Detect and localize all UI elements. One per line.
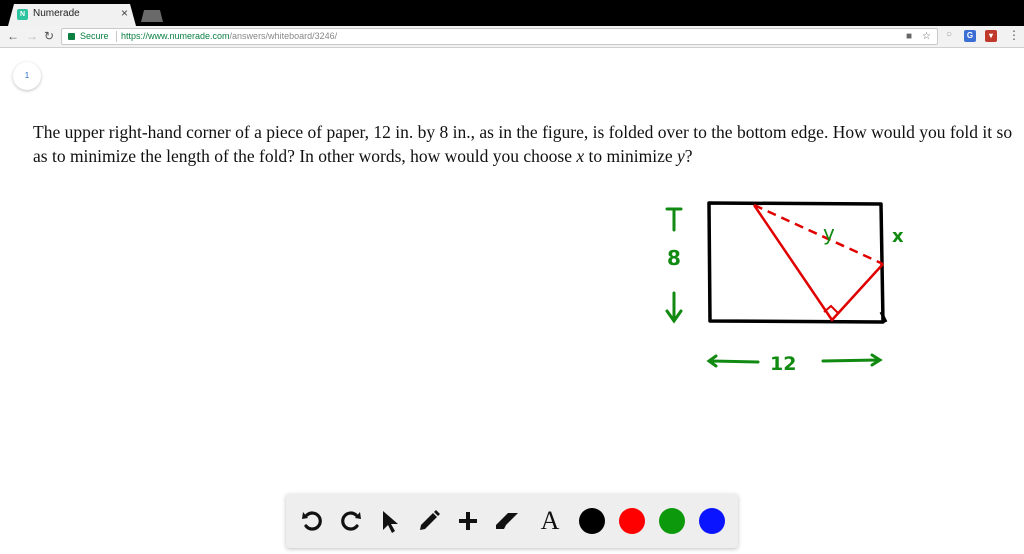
browser-menu-icon[interactable]: ⋮: [1008, 28, 1020, 42]
forward-icon[interactable]: →: [26, 29, 38, 43]
color-green-swatch[interactable]: [659, 508, 685, 534]
folded-corner: [752, 204, 884, 322]
add-icon[interactable]: [454, 507, 482, 535]
bookmark-star-icon[interactable]: ☆: [922, 31, 931, 42]
color-blue-swatch[interactable]: [699, 508, 725, 534]
new-tab-button[interactable]: [141, 10, 163, 22]
lock-icon: [68, 33, 75, 40]
tab-title: Numerade: [33, 8, 80, 19]
color-red-swatch[interactable]: [619, 508, 645, 534]
camera-icon[interactable]: ■: [906, 31, 912, 42]
fold-label-y: y: [823, 221, 835, 245]
url-text: https://www.numerade.com/answers/whitebo…: [121, 31, 337, 41]
address-bar[interactable]: Secure https://www.numerade.com/answers/…: [61, 28, 938, 45]
drawing-toolbar: A: [286, 494, 738, 548]
title-bar: N Numerade ×: [0, 0, 1024, 26]
paper-rectangle: [707, 201, 885, 324]
pencil-icon[interactable]: [415, 507, 443, 535]
tab-close-icon[interactable]: ×: [121, 6, 128, 20]
pointer-icon[interactable]: [376, 507, 404, 535]
height-arrow-down: [665, 291, 683, 324]
extension-outline-icon[interactable]: ○: [946, 29, 952, 40]
extension-g-icon[interactable]: G: [964, 30, 976, 42]
problem-statement: The upper right-hand corner of a piece o…: [33, 122, 1013, 166]
redo-icon[interactable]: [337, 507, 365, 535]
secure-label: Secure: [80, 31, 109, 41]
url-host: https://www.numerade.com: [121, 31, 230, 41]
undo-icon[interactable]: [298, 507, 326, 535]
variable-y: y: [677, 146, 685, 166]
browser-tab[interactable]: N Numerade ×: [8, 4, 136, 26]
page-number-badge[interactable]: 1: [13, 62, 41, 90]
extension-shield-icon[interactable]: ▾: [985, 30, 997, 42]
paper-height-value: 8: [439, 122, 449, 142]
url-path: /answers/whiteboard/3246/: [229, 31, 338, 41]
reload-icon[interactable]: ↻: [44, 29, 54, 43]
browser-toolbar: ← → ↻ Secure https://www.numerade.com/an…: [0, 26, 1024, 48]
width-label: 12: [770, 353, 796, 375]
numerade-favicon-icon: N: [17, 9, 28, 20]
eraser-icon[interactable]: [493, 507, 521, 535]
back-icon[interactable]: ←: [7, 29, 19, 43]
color-black-swatch[interactable]: [579, 508, 605, 534]
height-label: 8: [667, 246, 681, 270]
fold-figure: y x 8 12: [665, 201, 904, 375]
width-arrow-right: [821, 353, 883, 367]
width-arrow-left: [706, 354, 760, 368]
text-icon[interactable]: A: [536, 506, 564, 535]
address-separator: [116, 31, 117, 42]
paper-width-value: 12: [373, 122, 391, 142]
side-label-x: x: [892, 226, 904, 247]
variable-x: x: [576, 146, 585, 166]
height-arrow-up: [665, 207, 683, 232]
